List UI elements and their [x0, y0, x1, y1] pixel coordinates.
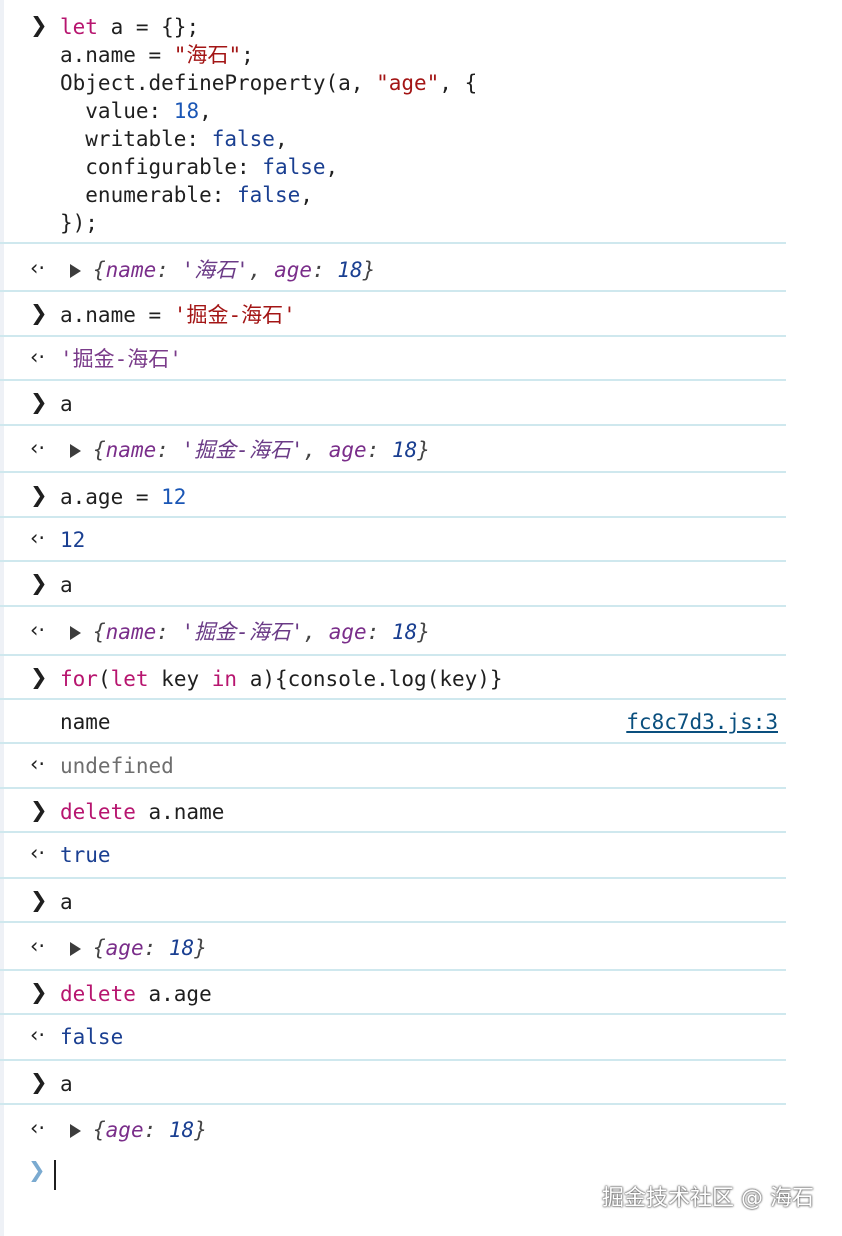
result-prompt-icon: ‹·: [30, 1023, 46, 1047]
console-input-entry[interactable]: ❯ for(let key in a){console.log(key)}: [0, 656, 786, 700]
object-preview[interactable]: {age: 18}: [93, 1118, 207, 1142]
input-code: let a = {}; a.name = "海石"; Object.define…: [60, 15, 478, 235]
input-prompt-icon: ❯: [30, 483, 48, 507]
source-link[interactable]: fc8c7d3.js:3: [626, 708, 778, 736]
input-prompt-icon: ❯: [30, 798, 48, 822]
input-code: a: [60, 890, 73, 914]
object-preview[interactable]: {age: 18}: [93, 936, 207, 960]
result-value: '掘金-海石': [60, 347, 182, 371]
input-prompt-icon: ❯: [30, 665, 48, 689]
result-value: false: [60, 1025, 124, 1049]
input-prompt-icon: ❯: [30, 390, 48, 414]
console-result-entry[interactable]: ‹· {name: '掘金-海石', age: 18}: [0, 607, 786, 656]
input-code: a: [60, 1072, 73, 1096]
expand-triangle-icon[interactable]: [70, 444, 81, 458]
result-prompt-icon: ‹·: [30, 526, 46, 550]
console-input-caret[interactable]: [54, 1160, 56, 1190]
console-result-entry[interactable]: ‹· 12: [0, 518, 786, 562]
console-result-entry[interactable]: ‹· {age: 18}: [0, 923, 786, 971]
console-input-entry[interactable]: ❯ a.name = '掘金-海石': [0, 292, 786, 337]
result-prompt-icon: ‹·: [30, 436, 46, 460]
console-input-entry[interactable]: ❯ delete a.age: [0, 971, 786, 1015]
console-input-entry[interactable]: ❯ a.age = 12: [0, 473, 786, 518]
input-prompt-icon: ❯: [30, 301, 48, 325]
result-prompt-icon: ‹·: [30, 934, 46, 958]
input-code: a: [60, 573, 73, 597]
object-preview[interactable]: {name: '掘金-海石', age: 18}: [93, 620, 430, 644]
input-code: a: [60, 392, 73, 416]
watermark: 掘金技术社区 @ 海石: [602, 1186, 814, 1211]
result-prompt-icon: ‹·: [30, 841, 46, 865]
input-prompt-icon: ❯: [30, 13, 48, 37]
result-prompt-icon: ‹·: [30, 256, 46, 280]
input-prompt-icon: ❯: [30, 980, 48, 1004]
console-result-entry[interactable]: ‹· {name: '海石', age: 18}: [0, 244, 786, 292]
result-prompt-icon: ‹·: [30, 752, 46, 776]
result-prompt-icon: ‹·: [30, 618, 46, 642]
object-preview[interactable]: {name: '海石', age: 18}: [93, 258, 375, 282]
expand-triangle-icon[interactable]: [70, 264, 81, 278]
object-preview[interactable]: {name: '掘金-海石', age: 18}: [93, 438, 430, 462]
console-input-entry[interactable]: ❯ a: [0, 879, 786, 923]
console-log-entry[interactable]: name fc8c7d3.js:3: [0, 700, 786, 744]
input-prompt-icon: ❯: [30, 888, 48, 912]
console-input-entry[interactable]: ❯ a: [0, 562, 786, 607]
console-prompt-icon: ❯: [28, 1158, 46, 1182]
console-input-entry[interactable]: ❯ a: [0, 1061, 786, 1105]
console-result-entry[interactable]: ‹· false: [0, 1015, 786, 1061]
console-result-entry[interactable]: ‹· '掘金-海石': [0, 337, 786, 381]
log-message: name: [60, 710, 111, 734]
expand-triangle-icon[interactable]: [70, 942, 81, 956]
console-result-entry[interactable]: ‹· {name: '掘金-海石', age: 18}: [0, 426, 786, 473]
result-value: true: [60, 843, 111, 867]
result-prompt-icon: ‹·: [30, 1116, 46, 1140]
console-result-entry[interactable]: ‹· {age: 18}: [0, 1105, 786, 1153]
console-input-entry[interactable]: ❯ a: [0, 381, 786, 426]
devtools-console[interactable]: ❯ let a = {}; a.name = "海石"; Object.defi…: [0, 0, 842, 1153]
result-value: 12: [60, 528, 86, 552]
console-input-entry[interactable]: ❯ delete a.name: [0, 789, 786, 833]
console-input-entry[interactable]: ❯ let a = {}; a.name = "海石"; Object.defi…: [0, 0, 786, 244]
input-prompt-icon: ❯: [30, 571, 48, 595]
expand-triangle-icon[interactable]: [70, 626, 81, 640]
console-result-entry[interactable]: ‹· undefined: [0, 744, 786, 789]
expand-triangle-icon[interactable]: [70, 1124, 81, 1138]
console-result-entry[interactable]: ‹· true: [0, 833, 786, 879]
result-prompt-icon: ‹·: [30, 345, 46, 369]
input-prompt-icon: ❯: [30, 1070, 48, 1094]
result-value: undefined: [60, 754, 174, 778]
